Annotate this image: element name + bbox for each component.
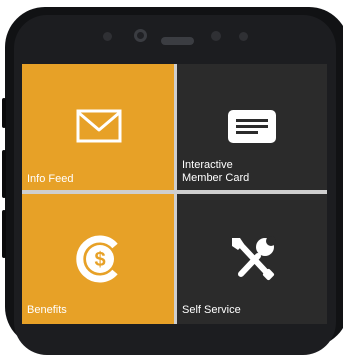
earpiece-speaker [161, 37, 194, 45]
tile-member-card[interactable]: Interactive Member Card [177, 64, 327, 190]
front-sensor [103, 32, 112, 41]
tile-info-feed-label: Info Feed [27, 173, 74, 185]
phone-side-button-top [2, 98, 6, 128]
member-card-icon [228, 110, 276, 143]
tile-info-feed[interactable]: Info Feed [22, 64, 174, 190]
app-screen: Info Feed Interactive Member Card $ Bene… [22, 64, 327, 324]
tools-icon [232, 236, 276, 281]
tile-benefits-label: Benefits [27, 304, 67, 316]
tile-benefits[interactable]: $ Benefits [22, 194, 174, 324]
phone-side-button-bottom [2, 210, 6, 258]
front-camera [134, 29, 147, 42]
tile-self-service[interactable]: Self Service [177, 194, 327, 324]
envelope-icon [76, 109, 122, 143]
tile-member-card-label: Interactive Member Card [182, 159, 250, 184]
dollar-coin-icon: $ [76, 235, 118, 283]
svg-text:$: $ [94, 249, 105, 271]
tile-self-service-label: Self Service [182, 304, 241, 316]
phone-side-button-middle [2, 150, 6, 198]
proximity-sensor [211, 31, 221, 41]
light-sensor [239, 32, 248, 41]
